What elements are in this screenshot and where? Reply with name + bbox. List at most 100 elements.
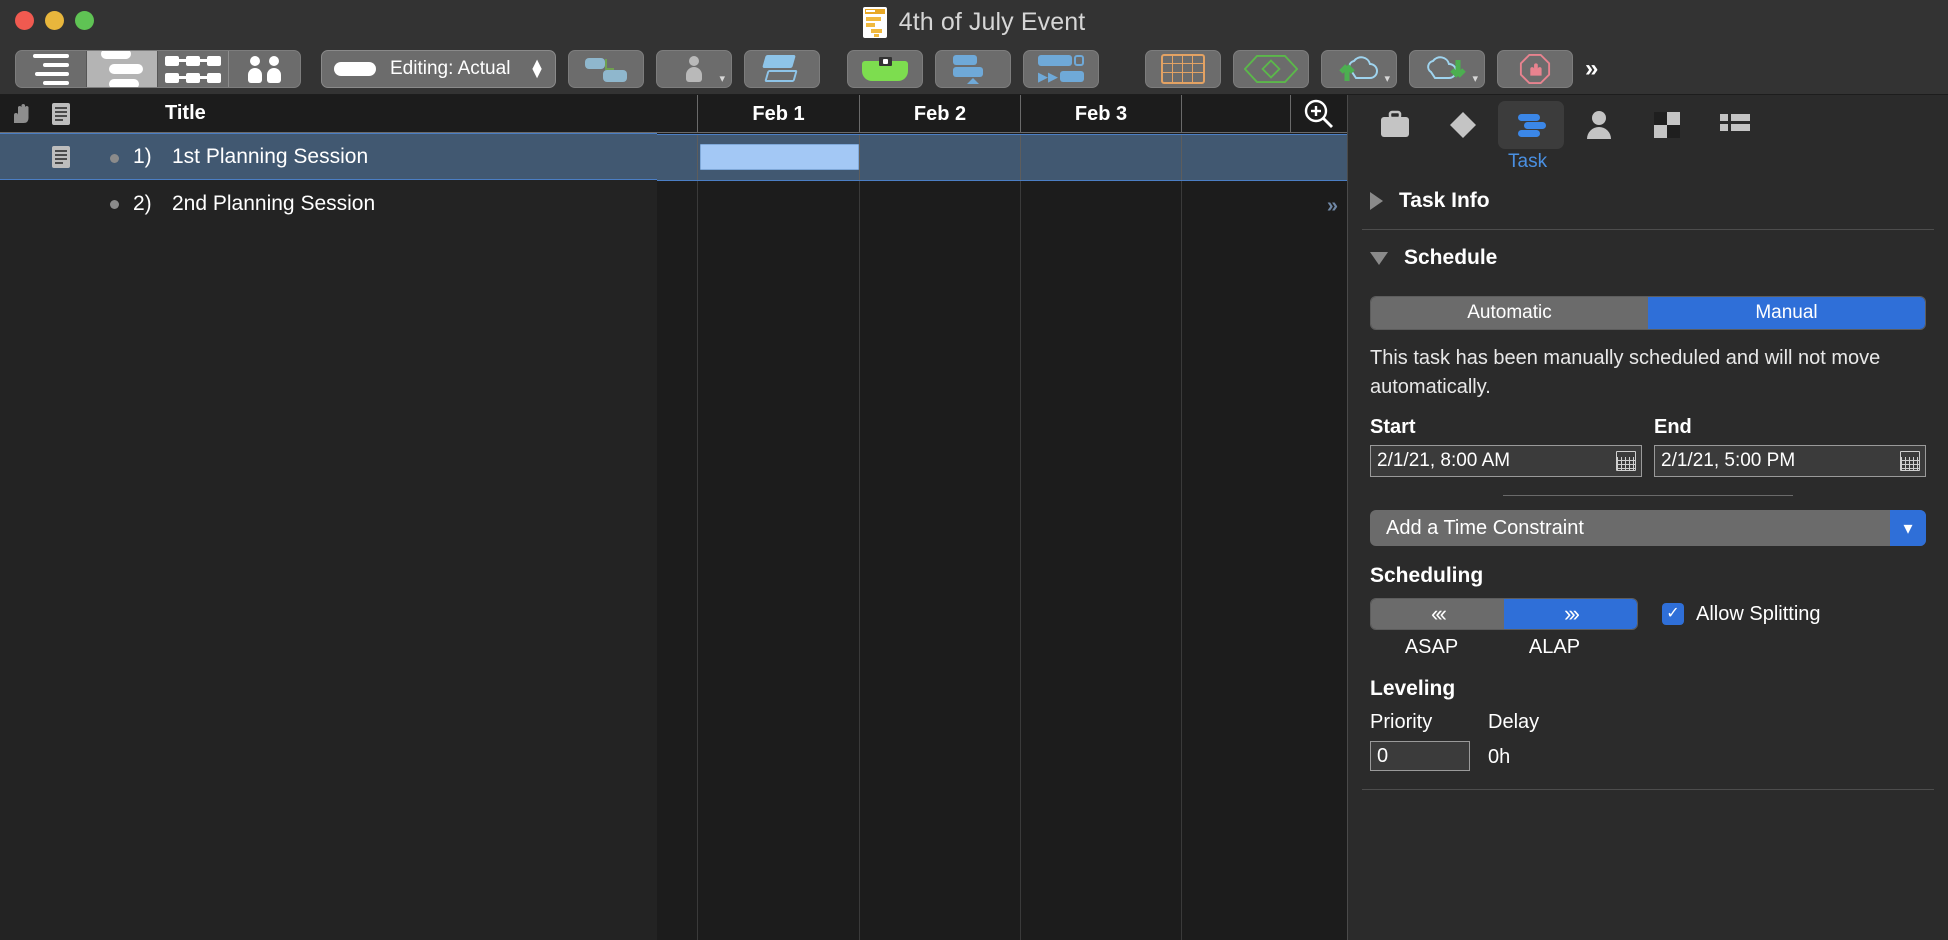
leveling-row: Priority 0 Delay 0h <box>1348 701 1948 771</box>
asap-alap-labels: ASAP ALAP <box>1348 630 1616 659</box>
task-info-section-header[interactable]: Task Info <box>1348 173 1948 229</box>
gantt-date-feb3[interactable]: Feb 3 <box>1021 95 1182 133</box>
title-bar: 4th of July Event <box>0 0 1948 44</box>
assignment-tab[interactable] <box>1634 101 1700 149</box>
automatic-segment[interactable]: Automatic <box>1371 297 1648 329</box>
outline-header-row: Title <box>0 95 657 133</box>
row-number: 2) <box>133 191 152 215</box>
gantt-row[interactable]: » <box>657 181 1347 228</box>
column-header-title[interactable]: Title <box>165 102 206 125</box>
gantt-row[interactable] <box>657 134 1347 181</box>
priority-label: Priority <box>1370 711 1433 733</box>
priority-group: Priority 0 <box>1370 711 1488 771</box>
level-resources-button[interactable] <box>847 50 923 88</box>
network-view-segment[interactable] <box>158 51 229 87</box>
cloud-upload-icon <box>1334 54 1384 84</box>
fast-forward-icon: ▶▶ <box>1038 54 1084 84</box>
end-label: End <box>1654 416 1692 438</box>
end-field-group: End 2/1/21, 5:00 PM <box>1654 416 1926 477</box>
scheduling-row: ‹‹‹ ››› ✓ Allow Splitting <box>1348 588 1948 630</box>
manual-segment[interactable]: Manual <box>1648 297 1925 329</box>
milestone-tab[interactable] <box>1430 101 1496 149</box>
allow-splitting-checkbox[interactable]: ✓ <box>1662 603 1684 625</box>
chevron-down-icon: ▾ <box>1472 73 1478 85</box>
toolbar-overflow-button[interactable]: » <box>1585 55 1598 83</box>
alap-label: ALAP <box>1528 636 1581 658</box>
end-date-input[interactable]: 2/1/21, 5:00 PM <box>1654 445 1926 477</box>
asap-label: ASAP <box>1404 636 1459 658</box>
gantt-view-segment[interactable] <box>87 51 158 87</box>
outline-view-segment[interactable] <box>16 51 87 87</box>
network-diagram-icon <box>165 55 221 83</box>
chevron-right-icon <box>1370 192 1383 210</box>
end-date-value: 2/1/21, 5:00 PM <box>1661 450 1796 471</box>
inline-divider <box>1503 495 1793 496</box>
person-dropdown-icon <box>684 56 704 82</box>
stepper-icon[interactable]: ▲ ▼ <box>529 57 545 82</box>
schedule-mode-segmented-control[interactable]: Automatic Manual <box>1370 296 1926 330</box>
indent-button[interactable] <box>744 50 820 88</box>
gantt-date-feb1[interactable]: Feb 1 <box>698 95 860 133</box>
briefcase-icon <box>1381 110 1409 137</box>
asap-segment[interactable]: ‹‹‹ <box>1371 599 1504 629</box>
editing-pill-icon <box>334 62 376 76</box>
link-tasks-button[interactable] <box>568 50 644 88</box>
schedule-section-header[interactable]: Schedule <box>1348 230 1948 286</box>
start-date-value: 2/1/21, 8:00 AM <box>1377 450 1511 471</box>
list-tab[interactable] <box>1702 101 1768 149</box>
cloud-download-icon <box>1422 54 1472 84</box>
window-title: 4th of July Event <box>898 7 1086 36</box>
gantt-chart-icon <box>101 51 143 87</box>
resource-tab[interactable] <box>1566 101 1632 149</box>
view-mode-segmented-control[interactable] <box>15 50 301 88</box>
gantt-task-bar[interactable] <box>700 144 859 170</box>
start-date-input[interactable]: 2/1/21, 8:00 AM <box>1370 445 1642 477</box>
table-button[interactable] <box>1145 50 1221 88</box>
stop-hand-icon <box>1519 53 1551 85</box>
editing-mode-label: Editing: Actual <box>390 58 511 79</box>
table-icon <box>1161 54 1205 84</box>
add-time-constraint-dropdown[interactable]: Add a Time Constraint ▾ <box>1370 510 1926 546</box>
content-area: Title 1) 1st Planning Session 2) 2nd Pla… <box>0 95 1948 940</box>
task-tab[interactable] <box>1498 101 1564 149</box>
row-note-icon[interactable] <box>52 146 70 168</box>
split-task-button[interactable] <box>935 50 1011 88</box>
alap-segment[interactable]: ››› <box>1504 599 1637 629</box>
project-tab[interactable] <box>1362 101 1428 149</box>
row-title[interactable]: 2nd Planning Session <box>172 192 375 216</box>
calendar-icon[interactable] <box>1900 451 1920 471</box>
delay-value: 0h <box>1488 746 1511 768</box>
upload-button[interactable]: ▾ <box>1321 50 1397 88</box>
hand-icon[interactable] <box>9 103 37 127</box>
stop-button[interactable] <box>1497 50 1573 88</box>
fast-track-button[interactable]: ▶▶ <box>1023 50 1099 88</box>
editing-mode-popup[interactable]: Editing: Actual ▲ ▼ <box>321 50 556 88</box>
title-center: 4th of July Event <box>0 0 1948 44</box>
calendar-icon[interactable] <box>1616 451 1636 471</box>
diamond-button[interactable] <box>1233 50 1309 88</box>
app-window: 4th of July Event Editing: Actual ▲ ▼ ▾ … <box>0 0 1948 940</box>
allow-splitting-row[interactable]: ✓ Allow Splitting <box>1662 603 1821 626</box>
inspector-panel: Task Task Info Schedule Automatic Manual… <box>1347 95 1948 940</box>
row-title[interactable]: 1st Planning Session <box>172 145 368 169</box>
row-bullet-icon <box>110 200 119 209</box>
resource-view-segment[interactable] <box>229 51 300 87</box>
gantt-date-feb2[interactable]: Feb 2 <box>860 95 1021 133</box>
asap-alap-segmented-control[interactable]: ‹‹‹ ››› <box>1370 598 1638 630</box>
download-button[interactable]: ▾ <box>1409 50 1485 88</box>
task-bars-icon <box>1518 114 1546 137</box>
table-row[interactable]: 1) 1st Planning Session <box>0 133 657 180</box>
chevron-down-icon[interactable]: ▾ <box>1890 510 1926 546</box>
gantt-gutter-column <box>657 95 698 133</box>
assign-resource-button[interactable]: ▾ <box>656 50 732 88</box>
diamond-icon <box>1450 112 1476 138</box>
priority-input[interactable]: 0 <box>1370 741 1470 771</box>
chevron-down-icon: ▾ <box>1384 73 1390 85</box>
row-overflow-chevron-icon[interactable]: » <box>1327 195 1338 218</box>
table-row[interactable]: 2) 2nd Planning Session <box>0 180 657 227</box>
people-icon <box>248 55 281 83</box>
scheduling-label: Scheduling <box>1370 564 1484 587</box>
zoom-in-icon[interactable] <box>1290 95 1347 133</box>
task-outline: Title 1) 1st Planning Session 2) 2nd Pla… <box>0 95 657 940</box>
note-column-icon[interactable] <box>52 103 70 125</box>
